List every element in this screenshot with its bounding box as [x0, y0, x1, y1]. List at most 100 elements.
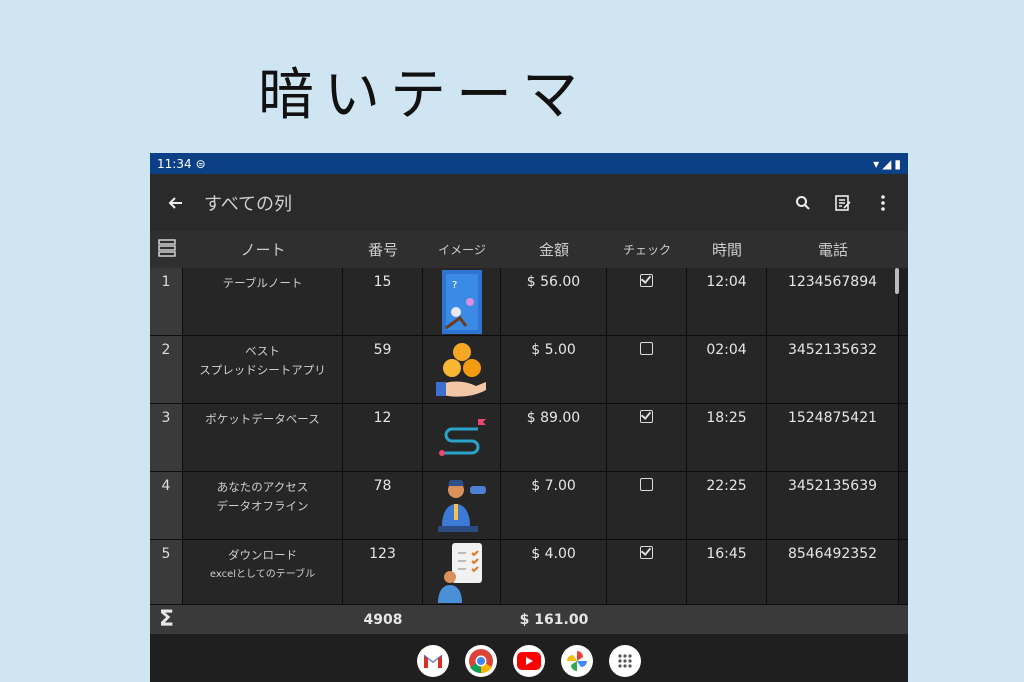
phone-cell[interactable]: 3452135639 — [767, 472, 899, 539]
note-line: ベスト — [245, 344, 280, 358]
checkbox-checked[interactable] — [640, 410, 653, 423]
table-row[interactable]: 2 ベスト スプレッドシートアプリ 59 $ 5.00 02:04 345213… — [150, 336, 908, 404]
note-cell[interactable]: ポケットデータベース — [183, 404, 343, 471]
phone-cell[interactable]: 1524875421 — [767, 404, 899, 471]
column-header-time[interactable]: 時間 — [687, 239, 767, 260]
table-body[interactable]: 1 テーブルノート 15 ? $ 56.00 12:04 1234567894 … — [150, 268, 908, 605]
amount-cell[interactable]: $ 89.00 — [501, 404, 607, 471]
number-cell[interactable]: 123 — [343, 540, 423, 604]
row-number: 5 — [150, 540, 183, 604]
chrome-icon[interactable] — [465, 644, 497, 677]
number-cell[interactable]: 12 — [343, 404, 423, 471]
headline: 暗いテーマ — [258, 63, 588, 128]
edit-note-icon[interactable] — [832, 192, 854, 214]
row-number: 1 — [150, 268, 183, 335]
signal-icon: ◢ — [882, 156, 892, 171]
gmail-icon[interactable] — [417, 644, 449, 677]
number-cell[interactable]: 15 — [343, 268, 423, 335]
image-cell[interactable] — [423, 404, 501, 471]
note-line: テーブルノート — [222, 276, 303, 290]
time-cell[interactable]: 18:25 — [687, 404, 767, 471]
amount-cell[interactable]: $ 5.00 — [501, 336, 607, 403]
row-menu-icon[interactable] — [150, 238, 183, 262]
time-cell[interactable]: 22:25 — [687, 472, 767, 539]
time-cell[interactable]: 02:04 — [687, 336, 767, 403]
back-arrow-icon[interactable] — [164, 192, 186, 214]
status-bar: 11:34 ⊜ ▾ ◢ ▮ — [150, 153, 908, 174]
app-bar: すべての列 — [150, 174, 908, 231]
svg-text:?: ? — [452, 280, 457, 291]
time-cell[interactable]: 12:04 — [687, 268, 767, 335]
photos-icon[interactable] — [561, 644, 593, 677]
checkbox-checked[interactable] — [640, 546, 653, 559]
status-time: 11:34 — [157, 156, 192, 171]
battery-icon: ▮ — [894, 156, 901, 171]
column-header-note[interactable]: ノート — [183, 239, 343, 260]
tablet-screen: 11:34 ⊜ ▾ ◢ ▮ すべての列 ノート 番号 イメージ 金額 チェック … — [150, 153, 908, 682]
row-number: 2 — [150, 336, 183, 403]
note-line: データオフライン — [216, 499, 309, 513]
status-icons: ▾ ◢ ▮ — [873, 157, 901, 171]
column-header-check[interactable]: チェック — [607, 241, 687, 258]
scrollbar[interactable] — [895, 268, 899, 294]
sync-icon: ⊜ — [195, 156, 206, 171]
row-number: 4 — [150, 472, 183, 539]
check-cell[interactable] — [607, 404, 687, 471]
column-header-amount[interactable]: 金額 — [501, 239, 607, 260]
check-cell[interactable] — [607, 336, 687, 403]
youtube-icon[interactable] — [513, 644, 545, 677]
number-cell[interactable]: 59 — [343, 336, 423, 403]
checklist-person-image — [437, 543, 482, 603]
amount-cell[interactable]: $ 4.00 — [501, 540, 607, 604]
image-cell[interactable]: ? — [423, 268, 501, 335]
totals-bar: Σ 4908 $ 161.00 — [150, 605, 908, 634]
column-header-image[interactable]: イメージ — [423, 241, 501, 258]
check-cell[interactable] — [607, 268, 687, 335]
checkbox-unchecked[interactable] — [640, 478, 653, 491]
note-line: あなたのアクセス — [216, 480, 309, 494]
image-cell[interactable] — [423, 336, 501, 403]
note-cell[interactable]: ベスト スプレッドシートアプリ — [183, 336, 343, 403]
table-row[interactable]: 3 ポケットデータベース 12 $ 89.00 18:25 1524875421 — [150, 404, 908, 472]
apps-icon[interactable] — [609, 644, 641, 677]
column-header-phone[interactable]: 電話 — [767, 239, 899, 260]
businessman-image — [437, 479, 486, 532]
more-vert-icon[interactable] — [872, 192, 894, 214]
card-game-image: ? — [441, 269, 482, 334]
note-cell[interactable]: テーブルノート — [183, 268, 343, 335]
row-number: 3 — [150, 404, 183, 471]
note-cell[interactable]: ダウンロード excelとしてのテーブル — [183, 540, 343, 604]
total-number: 4908 — [363, 611, 403, 628]
number-cell[interactable]: 78 — [343, 472, 423, 539]
note-line: スプレッドシートアプリ — [199, 363, 326, 377]
table-header: ノート 番号 イメージ 金額 チェック 時間 電話 — [150, 231, 908, 268]
check-cell[interactable] — [607, 472, 687, 539]
image-cell[interactable] — [423, 540, 501, 604]
note-cell[interactable]: あなたのアクセス データオフライン — [183, 472, 343, 539]
coins-hand-image — [435, 342, 486, 397]
note-line: ダウンロード — [228, 548, 297, 562]
sum-icon: Σ — [158, 607, 175, 632]
phone-cell[interactable]: 1234567894 — [767, 268, 899, 335]
wifi-icon: ▾ — [873, 156, 880, 171]
phone-cell[interactable]: 3452135632 — [767, 336, 899, 403]
table-row[interactable]: 1 テーブルノート 15 ? $ 56.00 12:04 1234567894 — [150, 268, 908, 336]
total-amount: $ 161.00 — [519, 611, 589, 628]
check-cell[interactable] — [607, 540, 687, 604]
time-cell[interactable]: 16:45 — [687, 540, 767, 604]
amount-cell[interactable]: $ 7.00 — [501, 472, 607, 539]
table-row[interactable]: 5 ダウンロード excelとしてのテーブル 123 $ 4.00 16:45 … — [150, 540, 908, 605]
table-row[interactable]: 4 あなたのアクセス データオフライン 78 $ 7.00 22:25 3452… — [150, 472, 908, 540]
route-path-image — [438, 418, 486, 456]
search-icon[interactable] — [792, 192, 814, 214]
page-title: すべての列 — [204, 193, 293, 215]
image-cell[interactable] — [423, 472, 501, 539]
app-dock — [150, 634, 908, 682]
checkbox-unchecked[interactable] — [640, 342, 653, 355]
phone-cell[interactable]: 8546492352 — [767, 540, 899, 604]
checkbox-checked[interactable] — [640, 274, 653, 287]
note-line: ポケットデータベース — [205, 412, 320, 426]
amount-cell[interactable]: $ 56.00 — [501, 268, 607, 335]
note-line: excelとしてのテーブル — [209, 569, 316, 580]
column-header-number[interactable]: 番号 — [343, 239, 423, 260]
